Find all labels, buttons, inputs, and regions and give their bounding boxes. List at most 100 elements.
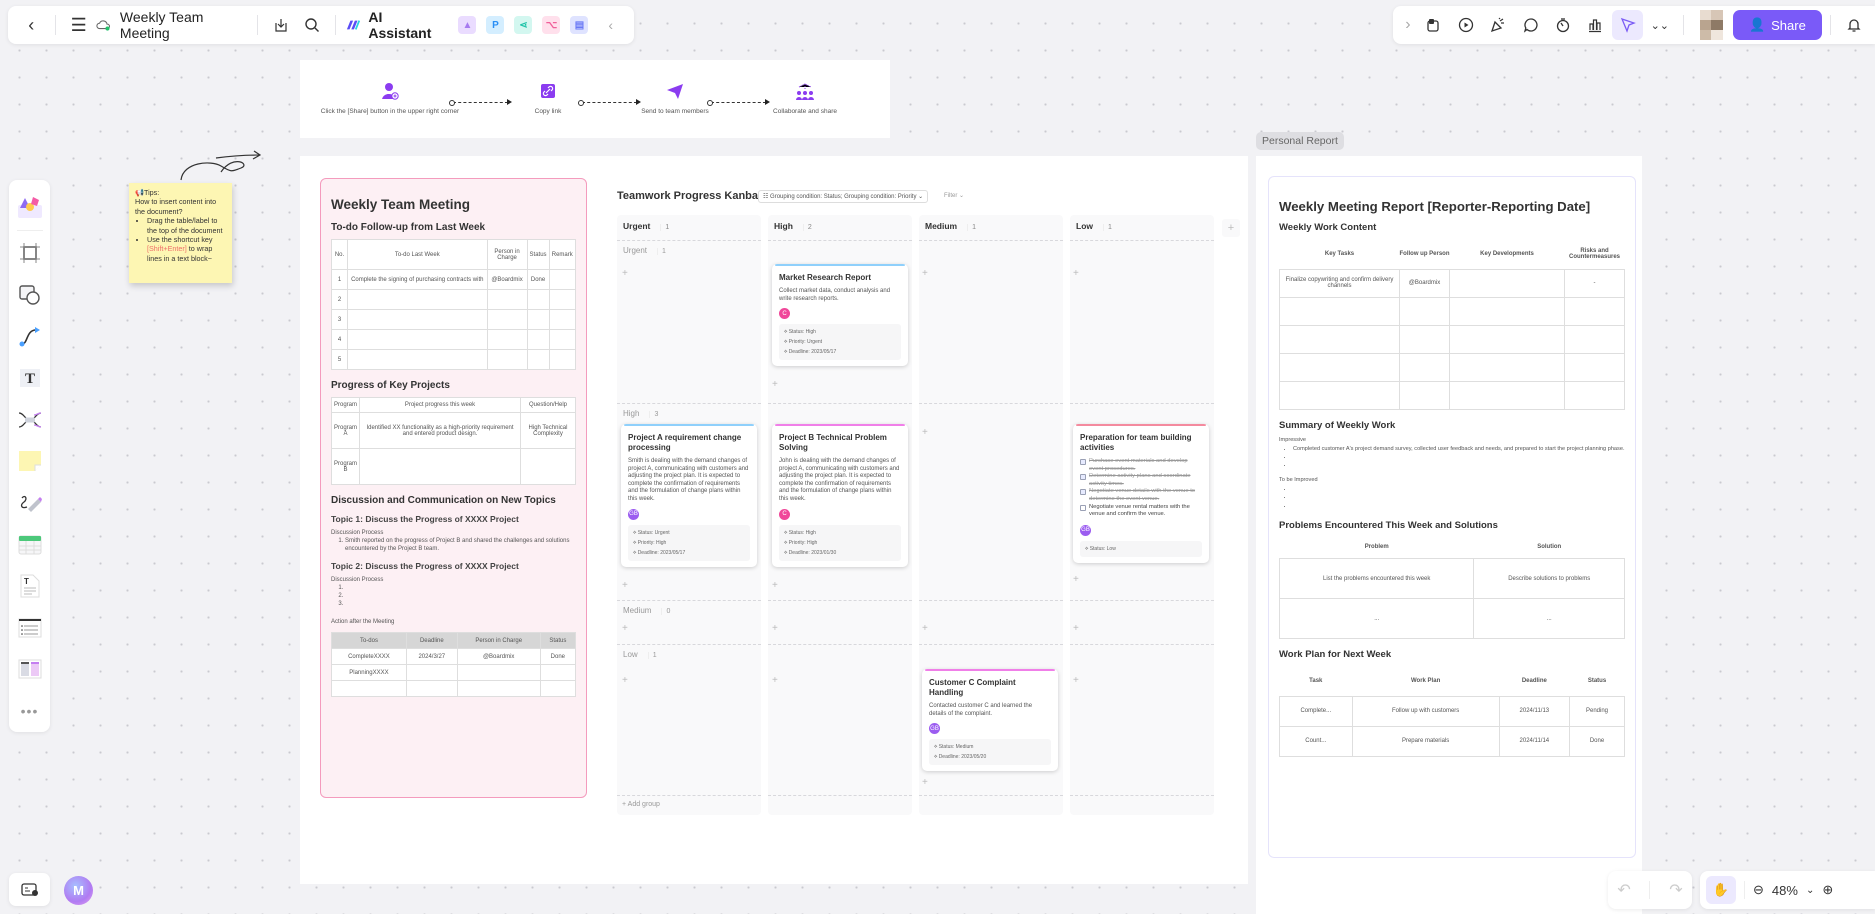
- work-content-table[interactable]: Key Tasks Follow up Person Key Development…: [1279, 239, 1625, 410]
- table-cell[interactable]: [1564, 324, 1625, 354]
- checkbox[interactable]: [1080, 459, 1086, 465]
- table-cell[interactable]: Count...: [1279, 725, 1353, 757]
- chat-tile[interactable]: ▤: [570, 16, 589, 34]
- table-cell[interactable]: [1399, 296, 1450, 326]
- table-cell[interactable]: 2024/11/14: [1498, 725, 1571, 757]
- kanban-card[interactable]: Customer C Complaint Handling Contacted c…: [922, 669, 1058, 772]
- table-cell[interactable]: Done: [526, 269, 550, 290]
- table-cell[interactable]: Program A: [330, 412, 361, 449]
- table-tool[interactable]: [15, 530, 45, 560]
- table-cell[interactable]: [526, 309, 550, 330]
- table-cell[interactable]: [1449, 352, 1565, 382]
- table-cell[interactable]: [486, 289, 528, 310]
- templates-tool[interactable]: [15, 192, 45, 222]
- collapse-left-icon[interactable]: ‹: [597, 10, 624, 40]
- add-card-button[interactable]: +: [772, 580, 778, 591]
- table-cell[interactable]: [347, 329, 488, 350]
- checklist-item[interactable]: Negotiate venue rental matters with the …: [1080, 504, 1202, 519]
- zoom-dropdown-icon[interactable]: ⌄: [1806, 885, 1814, 896]
- checklist-item[interactable]: Purchase event materials and develop eve…: [1080, 458, 1202, 473]
- undo-icon[interactable]: ↶: [1617, 880, 1630, 900]
- more-tools-icon[interactable]: •••: [15, 696, 45, 726]
- pen-tool[interactable]: [15, 488, 45, 518]
- checklist-item[interactable]: Negotiate venue details with the venue t…: [1080, 488, 1202, 503]
- table-cell[interactable]: -: [1564, 268, 1625, 298]
- kanban-column-header[interactable]: Urgent 1: [623, 221, 670, 231]
- shape-tool[interactable]: [15, 280, 45, 310]
- todo-table[interactable]: No. To-do Last Week Person in Charge Status…: [331, 239, 577, 370]
- table-cell[interactable]: Describe solutions to problems: [1473, 558, 1625, 600]
- add-card-button[interactable]: +: [922, 623, 928, 634]
- table-cell[interactable]: [1564, 380, 1625, 410]
- swimlane-label[interactable]: High 3: [623, 409, 659, 418]
- kanban-card[interactable]: Project B Technical Problem Solving John …: [772, 424, 908, 567]
- checklist-item[interactable]: Determine activity plans and coordinate …: [1080, 473, 1202, 488]
- table-cell[interactable]: [1449, 380, 1565, 410]
- table-cell[interactable]: Complete the signing of purchasing contr…: [347, 269, 488, 290]
- connector-tool[interactable]: [15, 322, 45, 352]
- text-tool[interactable]: T: [15, 363, 45, 393]
- table-cell[interactable]: Complete...: [1279, 695, 1353, 727]
- problems-table[interactable]: Problem Solution List the problems encount…: [1278, 537, 1625, 640]
- table-cell[interactable]: 3: [331, 309, 348, 330]
- work-plan-table[interactable]: Task Work Plan Deadline Status Complete... Fo…: [1279, 666, 1625, 757]
- sticky-note-tool[interactable]: [15, 447, 45, 477]
- table-cell[interactable]: [1279, 296, 1400, 326]
- vote-icon[interactable]: [1580, 10, 1610, 40]
- presentation-tile[interactable]: P: [486, 16, 505, 34]
- table-cell[interactable]: [1564, 352, 1625, 382]
- tips-sticky-note[interactable]: 📢Tips: How to insert content into the do…: [129, 183, 232, 283]
- add-card-button[interactable]: +: [622, 675, 628, 686]
- user-avatar[interactable]: [1699, 10, 1723, 40]
- table-cell[interactable]: [359, 448, 521, 485]
- list-tool[interactable]: [15, 613, 45, 643]
- document-title[interactable]: Weekly Team Meeting: [120, 9, 241, 41]
- notification-bell-icon[interactable]: [1839, 10, 1869, 40]
- search-icon[interactable]: [299, 10, 326, 40]
- kanban-tool[interactable]: [15, 655, 45, 685]
- table-cell[interactable]: [1564, 296, 1625, 326]
- table-cell[interactable]: Done: [1569, 725, 1625, 757]
- table-cell[interactable]: [1449, 296, 1565, 326]
- table-cell[interactable]: [1399, 380, 1450, 410]
- table-cell[interactable]: 2: [331, 289, 348, 310]
- frame-tool[interactable]: [15, 239, 45, 269]
- assignee-avatar[interactable]: C: [779, 308, 790, 320]
- table-cell[interactable]: [1449, 268, 1565, 298]
- add-card-button[interactable]: +: [922, 427, 928, 438]
- swimlane-label[interactable]: Low 1: [623, 650, 657, 659]
- assignee-avatar[interactable]: GB: [628, 508, 639, 520]
- kanban-column-header[interactable]: High 2: [774, 221, 812, 231]
- add-card-button[interactable]: +: [622, 580, 628, 591]
- assignee-avatar[interactable]: C: [779, 508, 790, 520]
- minimap-button[interactable]: [9, 873, 50, 906]
- table-cell[interactable]: ...: [1473, 598, 1625, 640]
- kanban-card[interactable]: Preparation for team building activities…: [1073, 424, 1209, 563]
- table-cell[interactable]: Program B: [330, 448, 361, 485]
- table-cell[interactable]: [520, 448, 576, 485]
- celebrate-icon[interactable]: [1483, 10, 1513, 40]
- table-cell[interactable]: [347, 309, 488, 330]
- table-cell[interactable]: [1279, 380, 1400, 410]
- table-cell[interactable]: [1449, 324, 1565, 354]
- table-cell[interactable]: PlanningXXXX: [331, 664, 407, 681]
- table-cell[interactable]: [331, 680, 407, 697]
- filter-button[interactable]: Filter ⌄: [944, 192, 964, 199]
- table-cell[interactable]: @Boardmix: [456, 648, 541, 665]
- add-group-button[interactable]: + Add group: [622, 801, 660, 808]
- table-cell[interactable]: [1279, 324, 1400, 354]
- table-cell[interactable]: CompleteXXXX: [331, 648, 407, 665]
- table-cell[interactable]: List the problems encountered this week: [1278, 558, 1475, 600]
- table-cell[interactable]: [526, 349, 550, 370]
- table-cell[interactable]: [548, 309, 577, 330]
- table-cell[interactable]: [456, 664, 541, 681]
- table-cell[interactable]: 4: [331, 329, 348, 350]
- table-cell[interactable]: [347, 349, 488, 370]
- assignee-avatar[interactable]: GB: [929, 723, 940, 735]
- table-cell[interactable]: ...: [1278, 598, 1475, 640]
- share-button[interactable]: 👤 Share: [1732, 10, 1822, 40]
- table-cell[interactable]: [1399, 324, 1450, 354]
- add-card-button[interactable]: +: [622, 623, 628, 634]
- table-cell[interactable]: Pending: [1569, 695, 1625, 727]
- table-cell[interactable]: [1279, 352, 1400, 382]
